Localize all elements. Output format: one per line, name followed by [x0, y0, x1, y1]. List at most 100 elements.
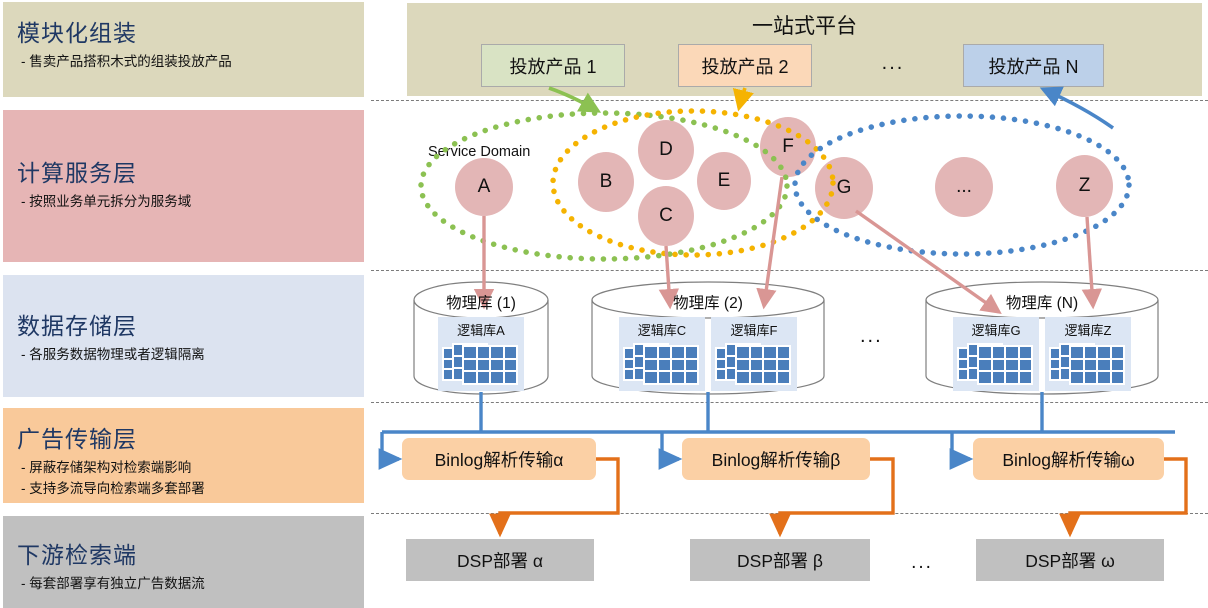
product-box-n[interactable]: 投放产品 N	[963, 44, 1104, 87]
service-node-a[interactable]: A	[455, 158, 513, 216]
table-cell	[978, 358, 992, 372]
table-cell	[1005, 371, 1019, 384]
logical-db-label: 逻辑库G	[971, 323, 1021, 338]
binlog-box-beta[interactable]: Binlog解析传输β	[682, 438, 870, 480]
table-cell	[503, 371, 517, 384]
table-cell	[991, 346, 1005, 359]
service-node-ellipsis: ...	[935, 157, 993, 217]
table-cell	[776, 371, 790, 384]
table-cell	[978, 371, 992, 384]
physical-db-title: 物理库 (N)	[1005, 295, 1079, 312]
db-ellipsis: ...	[860, 325, 883, 347]
dsp-box-beta[interactable]: DSP部署 β	[690, 539, 870, 581]
physical-db-2[interactable]: 物理库 (2) 逻辑库C 逻辑库F	[592, 283, 824, 393]
table-icon	[977, 345, 1033, 385]
table-cell	[763, 358, 777, 372]
table-cell	[671, 358, 685, 372]
layer-bullet: - 每套部署享有独立广告数据流	[21, 576, 205, 591]
table-cell	[490, 371, 504, 384]
logical-db-z[interactable]: 逻辑库Z	[1045, 317, 1131, 391]
table-cell	[736, 371, 750, 384]
table-cell	[684, 371, 698, 384]
table-stack-icon	[957, 341, 1035, 387]
table-cell	[490, 346, 504, 359]
product-ellipsis: ...	[881, 52, 905, 74]
service-node-f[interactable]: F	[760, 117, 816, 177]
table-cell	[991, 371, 1005, 384]
table-cell	[763, 346, 777, 359]
table-cell	[736, 358, 750, 372]
table-cell	[1070, 371, 1084, 384]
logical-db-a[interactable]: 逻辑库A	[438, 317, 524, 391]
table-icon	[643, 345, 699, 385]
physical-db-n[interactable]: 物理库 (N) 逻辑库G 逻辑库Z	[926, 283, 1158, 393]
table-cell	[503, 346, 517, 359]
physical-db-title: 物理库 (2)	[673, 295, 743, 312]
layer-panel-data-storage: 数据存储层 - 各服务数据物理或者逻辑隔离	[3, 275, 364, 397]
service-node-z[interactable]: Z	[1056, 155, 1113, 217]
product-box-2[interactable]: 投放产品 2	[678, 44, 812, 87]
table-cell	[1110, 371, 1124, 384]
table-cell	[671, 371, 685, 384]
service-node-b[interactable]: B	[578, 152, 634, 212]
layer-bullet: - 屏蔽存储架构对检索端影响	[21, 460, 192, 475]
table-cell	[1097, 358, 1111, 372]
dsp-box-omega[interactable]: DSP部署 ω	[976, 539, 1164, 581]
table-cell	[684, 358, 698, 372]
layer-bullet: - 按照业务单元拆分为服务域	[21, 194, 192, 209]
logical-db-label: 逻辑库C	[637, 323, 687, 338]
table-cell	[644, 371, 658, 384]
logical-db-c[interactable]: 逻辑库C	[619, 317, 705, 391]
logical-db-list: 逻辑库A	[414, 317, 548, 391]
table-icon	[1069, 345, 1125, 385]
layer-panel-compute-service: 计算服务层 - 按照业务单元拆分为服务域	[3, 110, 364, 262]
layer-bullet: - 支持多流导向检索端多套部署	[21, 481, 205, 496]
product-box-1[interactable]: 投放产品 1	[481, 44, 625, 87]
table-cell	[978, 346, 992, 359]
physical-db-title: 物理库 (1)	[446, 295, 516, 312]
binlog-box-alpha[interactable]: Binlog解析传输α	[402, 438, 596, 480]
table-cell	[1110, 358, 1124, 372]
service-node-d[interactable]: D	[638, 120, 694, 180]
dsp-box-alpha[interactable]: DSP部署 α	[406, 539, 594, 581]
layer-separator	[371, 402, 1208, 403]
table-cell	[749, 358, 763, 372]
table-cell	[657, 358, 671, 372]
table-icon	[735, 345, 791, 385]
table-cell	[749, 371, 763, 384]
table-cell	[684, 346, 698, 359]
layer-title: 计算服务层	[17, 160, 137, 186]
table-cell	[1110, 346, 1124, 359]
table-cell	[657, 346, 671, 359]
table-cell	[644, 358, 658, 372]
layer-bullet: - 各服务数据物理或者逻辑隔离	[21, 347, 205, 362]
logical-db-g[interactable]: 逻辑库G	[953, 317, 1039, 391]
table-cell	[1005, 346, 1019, 359]
table-cell	[776, 358, 790, 372]
table-cell	[476, 358, 490, 372]
layer-separator	[371, 100, 1208, 101]
table-cell	[736, 346, 750, 359]
table-cell	[1083, 371, 1097, 384]
table-cell	[1083, 346, 1097, 359]
table-icon	[462, 345, 518, 385]
binlog-box-omega[interactable]: Binlog解析传输ω	[973, 438, 1164, 480]
table-cell	[490, 358, 504, 372]
table-cell	[1083, 358, 1097, 372]
table-cell	[1070, 346, 1084, 359]
table-cell	[1018, 346, 1032, 359]
logical-db-f[interactable]: 逻辑库F	[711, 317, 797, 391]
table-cell	[776, 346, 790, 359]
table-stack-icon	[442, 341, 520, 387]
service-node-e[interactable]: E	[697, 152, 751, 210]
service-node-g[interactable]: G	[815, 157, 873, 219]
logical-db-list: 逻辑库C 逻辑库F	[592, 317, 824, 391]
table-cell	[991, 358, 1005, 372]
diagram-canvas: 模块化组装 - 售卖产品搭积木式的组装投放产品 计算服务层 - 按照业务单元拆分…	[0, 0, 1208, 608]
layer-panel-modular-assembly: 模块化组装 - 售卖产品搭积木式的组装投放产品	[3, 2, 364, 97]
platform-title: 一站式平台	[752, 15, 857, 38]
physical-db-1[interactable]: 物理库 (1) 逻辑库A	[414, 283, 548, 393]
layer-title: 模块化组装	[17, 20, 137, 46]
logical-db-label: 逻辑库F	[730, 323, 778, 338]
service-node-c[interactable]: C	[638, 186, 694, 246]
